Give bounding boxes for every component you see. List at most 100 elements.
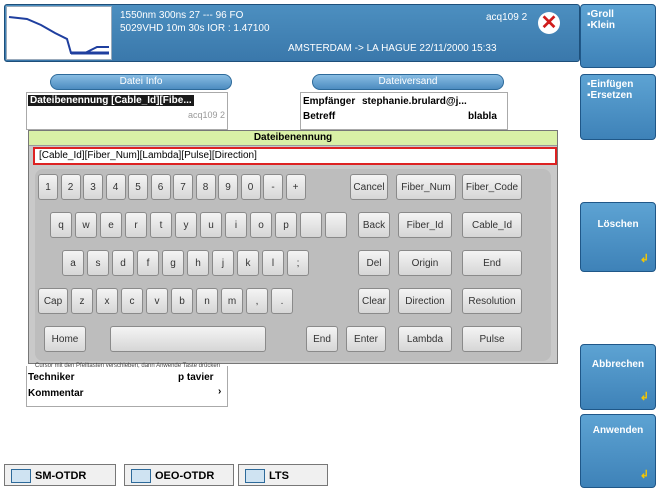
cancel-key[interactable]: Cancel [350, 174, 388, 200]
dateiversand-title: Dateiversand [312, 74, 504, 90]
key[interactable]: n [196, 288, 218, 314]
close-icon[interactable]: ✕ [538, 12, 560, 34]
keyboard-hint: Cursor mit den Pfeiltasten verschieben, … [35, 363, 220, 369]
key[interactable]: 7 [173, 174, 193, 200]
tab-label: SM-OTDR [35, 470, 87, 482]
abbrechen-button[interactable]: Abbrechen ↲ [580, 344, 656, 410]
resolution-key[interactable]: Resolution [462, 288, 522, 314]
key[interactable]: p [275, 212, 297, 238]
einfuegen-option[interactable]: ▪Einfügen [581, 75, 655, 90]
pulse-key[interactable]: Pulse [462, 326, 522, 352]
techniker-value[interactable]: p tavier [178, 372, 214, 383]
key[interactable]: 4 [105, 174, 126, 200]
ersetzen-option[interactable]: ▪Ersetzen [581, 90, 655, 101]
fiber-num-key[interactable]: Fiber_Num [396, 174, 456, 200]
trace-thumbnail[interactable] [6, 6, 112, 60]
lts-icon [245, 469, 265, 484]
betreff-value[interactable]: blabla [468, 111, 497, 122]
key[interactable]: a [62, 250, 84, 276]
key[interactable]: y [175, 212, 197, 238]
zoom-toggle-button[interactable]: ▪Groll ▪Klein [580, 4, 656, 68]
insert-mode-button[interactable]: ▪Einfügen ▪Ersetzen [580, 74, 656, 140]
trace-graph [8, 16, 109, 55]
key[interactable]: 9 [218, 174, 238, 200]
tab-oeo-otdr[interactable]: OEO-OTDR [124, 464, 234, 486]
key[interactable]: k [237, 250, 259, 276]
header-file-id: acq109 2 [486, 12, 528, 23]
naming-field[interactable]: Dateibenennung [Cable_Id][Fibe... [28, 95, 194, 106]
key[interactable]: h [187, 250, 209, 276]
empfaenger-label: Empfänger [303, 96, 356, 107]
key[interactable]: v [146, 288, 168, 314]
key[interactable]: q [50, 212, 72, 238]
key[interactable]: , [246, 288, 268, 314]
fiber-id-key[interactable]: Fiber_Id [398, 212, 452, 238]
key[interactable]: 8 [195, 174, 216, 200]
klein-option[interactable]: ▪Klein [581, 20, 655, 31]
betreff-label: Betreff [303, 111, 336, 122]
clear-key[interactable]: Clear [358, 288, 390, 314]
cable-id-key[interactable]: Cable_Id [462, 212, 522, 238]
key[interactable] [325, 212, 347, 238]
lambda-key[interactable]: Lambda [398, 326, 452, 352]
key[interactable]: x [96, 288, 118, 314]
header-route-date: AMSTERDAM -> LA HAGUE 22/11/2000 15:33 [288, 43, 497, 54]
end-cursor-key[interactable]: End [306, 326, 338, 352]
key[interactable]: l [262, 250, 284, 276]
key[interactable]: e [100, 212, 122, 238]
key[interactable]: r [125, 212, 147, 238]
direction-key[interactable]: Direction [398, 288, 452, 314]
otdr-icon [11, 469, 31, 484]
datei-info-title: Datei Info [50, 74, 232, 90]
space-key[interactable] [110, 326, 266, 352]
key[interactable]: - [263, 174, 283, 200]
key[interactable]: i [225, 212, 247, 238]
key[interactable]: w [75, 212, 97, 238]
key[interactable]: m [221, 288, 243, 314]
caps-key[interactable]: Cap [38, 288, 68, 314]
tab-label: LTS [269, 470, 289, 482]
groll-option[interactable]: ▪Groll [581, 5, 655, 20]
key[interactable]: j [212, 250, 234, 276]
empfaenger-value[interactable]: stephanie.brulard@j... [362, 96, 467, 107]
key[interactable]: s [87, 250, 109, 276]
fiber-code-key[interactable]: Fiber_Code [462, 174, 522, 200]
key[interactable]: t [150, 212, 172, 238]
key[interactable]: g [162, 250, 184, 276]
key[interactable]: c [121, 288, 143, 314]
tab-lts[interactable]: LTS [238, 464, 328, 486]
tab-label: OEO-OTDR [155, 470, 215, 482]
home-key[interactable]: Home [44, 326, 86, 352]
key[interactable]: 1 [38, 174, 58, 200]
del-key[interactable]: Del [358, 250, 390, 276]
key[interactable]: 3 [83, 174, 103, 200]
tab-sm-otdr[interactable]: SM-OTDR [4, 464, 116, 486]
key[interactable]: d [112, 250, 134, 276]
key[interactable]: 0 [240, 174, 261, 200]
end-key[interactable]: End [462, 250, 522, 276]
origin-key[interactable]: Origin [398, 250, 452, 276]
anwenden-button[interactable]: Anwenden ↲ [580, 414, 656, 488]
back-key[interactable]: Back [358, 212, 390, 238]
key[interactable]: ; [287, 250, 309, 276]
key[interactable] [300, 212, 322, 238]
kommentar-arrow-icon[interactable]: › [218, 386, 221, 397]
key[interactable]: u [200, 212, 222, 238]
header-module-params: 5029VHD 10m 30s IOR : 1.47100 [120, 23, 270, 34]
softkey-arrow-icon: ↲ [639, 253, 649, 265]
softkey-arrow-icon: ↲ [639, 469, 649, 481]
naming-text-field[interactable]: [Cable_Id][Fiber_Num][Lambda][Pulse][Dir… [33, 147, 557, 165]
key[interactable]: o [250, 212, 272, 238]
enter-key[interactable]: Enter [346, 326, 386, 352]
techniker-label: Techniker [28, 372, 75, 383]
loeschen-button[interactable]: Löschen ↲ [580, 202, 656, 272]
key[interactable]: f [137, 250, 159, 276]
header-acq-params: 1550nm 300ns 27 --- 96 FO [120, 10, 244, 21]
key[interactable]: 2 [60, 174, 81, 200]
key[interactable]: b [171, 288, 193, 314]
key[interactable]: 5 [128, 174, 148, 200]
key[interactable]: 6 [150, 174, 171, 200]
key[interactable]: z [71, 288, 93, 314]
key[interactable]: + [285, 174, 306, 200]
key[interactable]: . [271, 288, 293, 314]
